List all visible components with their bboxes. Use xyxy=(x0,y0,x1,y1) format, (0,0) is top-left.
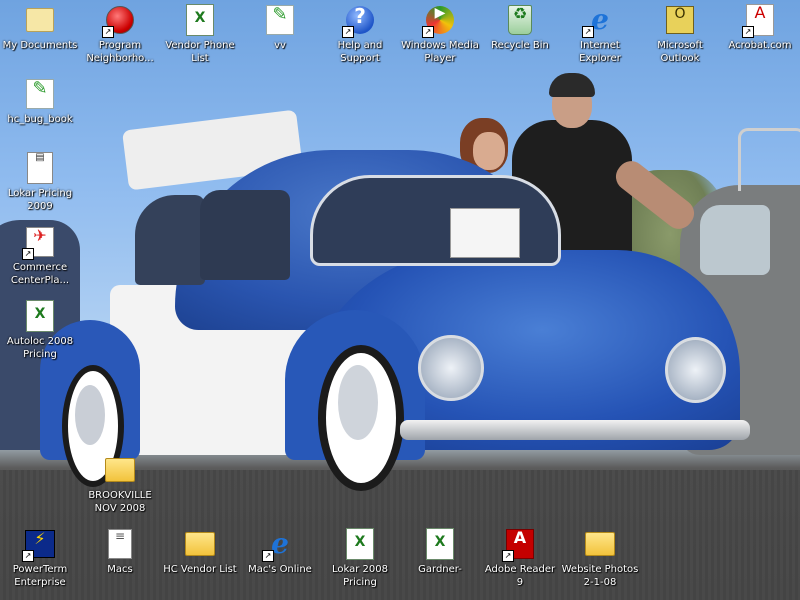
shortcut-arrow-icon: ↗ xyxy=(582,26,594,38)
icon-label: HC Vendor List xyxy=(163,564,237,575)
shortcut-arrow-icon: ↗ xyxy=(422,26,434,38)
icon-label: Mac's Online xyxy=(248,564,312,575)
desktop-icon-autoloc-2008-pricing[interactable]: X Autoloc 2008 Pricing xyxy=(0,300,80,361)
wallpaper-car-right-window xyxy=(700,205,770,275)
icon-label: PowerTerm Enterprise xyxy=(12,564,68,588)
icon-label: Microsoft Outlook xyxy=(657,40,703,64)
shortcut-arrow-icon: ↗ xyxy=(342,26,354,38)
shortcut-arrow-icon: ↗ xyxy=(502,550,514,562)
icon-label: Macs xyxy=(107,564,133,575)
icon-label: Gardner- xyxy=(418,564,462,575)
recycle-bin-icon: ♻ xyxy=(504,4,536,36)
desktop-icon-gardner[interactable]: X Gardner- xyxy=(400,528,480,576)
shortcut-arrow-icon: ↗ xyxy=(102,26,114,38)
folder-icon xyxy=(104,454,136,486)
icon-label: BROOKVILLE NOV 2008 xyxy=(88,490,152,514)
desktop-icon-powerterm-enterprise[interactable]: ⚡ ↗ PowerTerm Enterprise xyxy=(0,528,80,589)
shortcut-arrow-icon: ↗ xyxy=(742,26,754,38)
icon-label: Commerce CenterPla... xyxy=(10,262,70,286)
wallpaper-beetle-window xyxy=(200,190,290,280)
help-icon: ? ↗ xyxy=(342,4,376,38)
shortcut-arrow-icon: ↗ xyxy=(22,550,34,562)
wallpaper-hubcap xyxy=(75,385,105,445)
desktop-icon-microsoft-outlook[interactable]: O Microsoft Outlook xyxy=(640,4,720,65)
desktop-icon-lokar-2008-pricing[interactable]: X Lokar 2008 Pricing xyxy=(320,528,400,589)
icon-label: Internet Explorer xyxy=(579,40,621,64)
icon-label: hc_bug_book xyxy=(7,114,73,125)
folder-icon xyxy=(584,528,616,560)
adobe-reader-icon: A ↗ xyxy=(502,528,536,562)
wallpaper-windshield-sign xyxy=(450,208,520,258)
shortcut-arrow-icon: ↗ xyxy=(262,550,274,562)
wallpaper-headlight xyxy=(665,337,726,403)
icon-label: Program Neighborho... xyxy=(86,40,154,64)
red-button-icon: ↗ xyxy=(102,4,136,38)
desktop-icon-program-neighborhood[interactable]: ↗ Program Neighborho... xyxy=(80,4,160,65)
desktop-icon-hc-vendor-list[interactable]: HC Vendor List xyxy=(160,528,240,576)
folder-icon xyxy=(184,528,216,560)
acrobat-icon: A ↗ xyxy=(742,4,776,38)
wallpaper-headlight xyxy=(418,335,484,401)
desktop-icon-acrobat-com[interactable]: A ↗ Acrobat.com xyxy=(720,4,800,52)
excel-file-icon: X xyxy=(24,300,56,332)
my-documents-icon xyxy=(24,4,56,36)
wallpaper-beetle-windshield xyxy=(310,175,561,266)
desktop-icon-macs[interactable]: ≡ Macs xyxy=(80,528,160,576)
excel-file-icon: X xyxy=(424,528,456,560)
desktop-icon-macs-online[interactable]: e ↗ Mac's Online xyxy=(240,528,320,576)
icon-label: Windows Media Player xyxy=(401,40,479,64)
internet-explorer-icon: e ↗ xyxy=(262,528,296,562)
desktop-icon-commerce-centerplace[interactable]: ✈ ↗ Commerce CenterPla... xyxy=(0,226,80,287)
desktop-icon-hc-bug-book[interactable]: ✎ hc_bug_book xyxy=(0,78,80,126)
desktop-icon-vv[interactable]: ✎ vv xyxy=(240,4,320,52)
excel-file-icon: X xyxy=(344,528,376,560)
desktop-icon-brookville-nov-2008[interactable]: BROOKVILLE NOV 2008 xyxy=(80,454,160,515)
icon-label: Lokar Pricing 2009 xyxy=(7,188,73,212)
desktop: My Documents ↗ Program Neighborho... X V… xyxy=(0,0,800,600)
desktop-icon-vendor-phone-list[interactable]: X Vendor Phone List xyxy=(160,4,240,65)
icon-label: Recycle Bin xyxy=(491,40,549,51)
desktop-icon-help-and-support[interactable]: ? ↗ Help and Support xyxy=(320,4,400,65)
desktop-icon-windows-media-player[interactable]: ▶ ↗ Windows Media Player xyxy=(400,4,480,65)
commerce-center-icon: ✈ ↗ xyxy=(22,226,56,260)
wallpaper-roof-rack xyxy=(738,128,800,191)
outlook-icon: O xyxy=(664,4,696,36)
desktop-icon-website-photos[interactable]: Website Photos 2-1-08 xyxy=(560,528,640,589)
desktop-icon-lokar-pricing-2009[interactable]: ▤ Lokar Pricing 2009 xyxy=(0,152,80,213)
wallpaper-woman-face xyxy=(473,132,505,170)
icon-label: Vendor Phone List xyxy=(165,40,235,64)
icon-label: Acrobat.com xyxy=(728,40,792,51)
powerterm-icon: ⚡ ↗ xyxy=(22,528,56,562)
wallpaper-beetle-window xyxy=(135,195,205,285)
text-file-icon: ≡ xyxy=(104,528,136,560)
wallpaper-hubcap xyxy=(338,365,378,440)
desktop-icon-recycle-bin[interactable]: ♻ Recycle Bin xyxy=(480,4,560,52)
pencil-file-icon: ✎ xyxy=(24,78,56,110)
excel-file-icon: X xyxy=(184,4,216,36)
shortcut-arrow-icon: ↗ xyxy=(22,248,34,260)
icon-label: vv xyxy=(274,40,286,51)
desktop-icon-internet-explorer[interactable]: e ↗ Internet Explorer xyxy=(560,4,640,65)
desktop-icon-adobe-reader-9[interactable]: A ↗ Adobe Reader 9 xyxy=(480,528,560,589)
document-icon: ▤ xyxy=(24,152,56,184)
pencil-file-icon: ✎ xyxy=(264,4,296,36)
media-player-icon: ▶ ↗ xyxy=(422,4,456,38)
wallpaper-person-cap xyxy=(549,73,595,97)
desktop-icon-my-documents[interactable]: My Documents xyxy=(0,4,80,52)
icon-label: Help and Support xyxy=(337,40,383,64)
icon-label: My Documents xyxy=(2,40,78,51)
internet-explorer-icon: e ↗ xyxy=(582,4,616,38)
icon-label: Lokar 2008 Pricing xyxy=(332,564,388,588)
wallpaper-bumper xyxy=(400,420,750,440)
icon-label: Adobe Reader 9 xyxy=(484,564,556,588)
icon-label: Autoloc 2008 Pricing xyxy=(6,336,74,360)
icon-label: Website Photos 2-1-08 xyxy=(561,564,639,588)
